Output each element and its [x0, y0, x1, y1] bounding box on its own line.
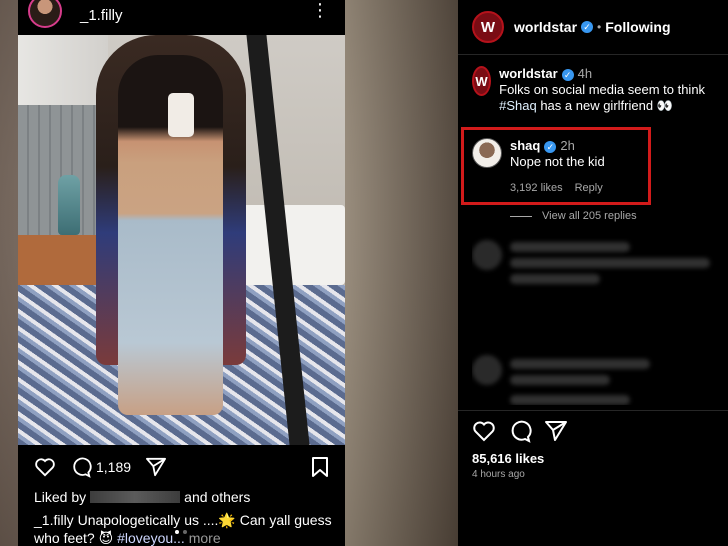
comment-text-end: has a new girlfriend 👀 [536, 98, 673, 113]
blurred-line [510, 375, 610, 385]
blurred-line [510, 359, 650, 369]
shaq-comment-body: shaq ✓ 2h Nope not the kid 3,192 likes Repl… [510, 138, 605, 196]
view-replies-label: View all 205 replies [542, 210, 637, 222]
separator-dot: • [597, 20, 602, 34]
comment-text: Nope not the kid [510, 154, 605, 169]
caption-comment: W worldstar ✓ 4h Folks on social media see… [472, 66, 722, 114]
comment-meta: 3,192 likes Reply [510, 180, 605, 196]
caption-header-line: worldstar ✓ 4h [499, 66, 722, 82]
shaq-comment-header: shaq ✓ 2h [510, 138, 605, 154]
blurred-line [510, 274, 600, 284]
comment-username[interactable]: worldstar [499, 66, 558, 81]
caption-text-line: Folks on social media seem to think #Sha… [499, 82, 722, 114]
account-name[interactable]: worldstar [514, 19, 577, 35]
post-header: _1.filly ⋮ [18, 0, 345, 30]
liked-suffix[interactable]: and others [184, 489, 250, 505]
heart-icon[interactable] [34, 457, 56, 477]
caption-username[interactable]: _1.filly [34, 512, 74, 528]
comments-panel: W worldstar ✓ • Following W worldstar ✓ 4h… [458, 0, 728, 546]
like-count[interactable]: 85,616 likes [472, 451, 544, 466]
comment-time: 4h [577, 66, 593, 81]
carousel-dot [175, 530, 179, 534]
blurred-avatar [472, 355, 502, 385]
carousel-indicator [175, 530, 189, 534]
post-action-bar: 1,189 [34, 455, 329, 479]
photo-lamp [58, 175, 80, 235]
comment-username[interactable]: shaq [510, 138, 540, 153]
worldstar-avatar[interactable]: W [472, 66, 492, 96]
more-options-icon[interactable]: ⋮ [311, 0, 329, 20]
comment-likes[interactable]: 3,192 likes [510, 182, 563, 194]
comment-text: Folks on social media seem to think [499, 82, 706, 97]
post-username[interactable]: _1.filly [80, 7, 123, 24]
panel-action-bar [472, 418, 568, 444]
post-caption: _1.filly Unapologetically us ....🌟 Can y… [34, 511, 334, 546]
liked-by-line: Liked by and others [34, 489, 250, 505]
comment-hashtag[interactable]: #Shaq [499, 98, 537, 113]
heart-icon[interactable] [472, 420, 496, 442]
panel-header: W worldstar ✓ • Following [472, 9, 671, 45]
view-replies-link[interactable]: View all 205 replies [510, 210, 637, 222]
shaq-comment: shaq ✓ 2h Nope not the kid 3,192 likes Repl… [472, 138, 642, 196]
share-icon[interactable] [145, 457, 167, 477]
blurred-line [510, 258, 710, 268]
liked-prefix: Liked by [34, 489, 87, 505]
share-icon[interactable] [544, 420, 568, 442]
blurred-username [90, 491, 181, 503]
comment-time: 2h [560, 138, 575, 153]
reply-button[interactable]: Reply [575, 182, 603, 194]
verified-icon: ✓ [581, 21, 594, 33]
bookmark-icon[interactable] [311, 456, 329, 478]
carousel-dot [183, 530, 187, 534]
blurred-comments [472, 225, 722, 405]
divider [458, 54, 728, 55]
worldstar-avatar[interactable]: W [472, 11, 504, 43]
verified-icon: ✓ [561, 68, 574, 81]
verified-icon: ✓ [544, 140, 557, 153]
replies-line [510, 215, 532, 217]
following-button[interactable]: Following [605, 19, 670, 35]
blurred-avatar [472, 240, 502, 270]
post-photo[interactable] [18, 35, 345, 445]
divider [458, 410, 728, 411]
instagram-post-screenshot: _1.filly ⋮ 1,189 Liked by and others _1.… [18, 0, 345, 546]
caption-body: worldstar ✓ 4h Folks on social media seem … [499, 66, 722, 114]
avatar[interactable] [28, 0, 62, 28]
post-timestamp: 4 hours ago [472, 469, 525, 480]
blurred-line [510, 242, 630, 252]
comment-icon[interactable]: 1,189 [70, 456, 131, 478]
avatar[interactable] [472, 138, 502, 168]
photo-phone [168, 93, 194, 137]
caption-more-link[interactable]: more [185, 530, 221, 546]
comment-count: 1,189 [96, 459, 132, 475]
blurred-line [510, 395, 630, 405]
comment-icon[interactable] [508, 419, 532, 443]
